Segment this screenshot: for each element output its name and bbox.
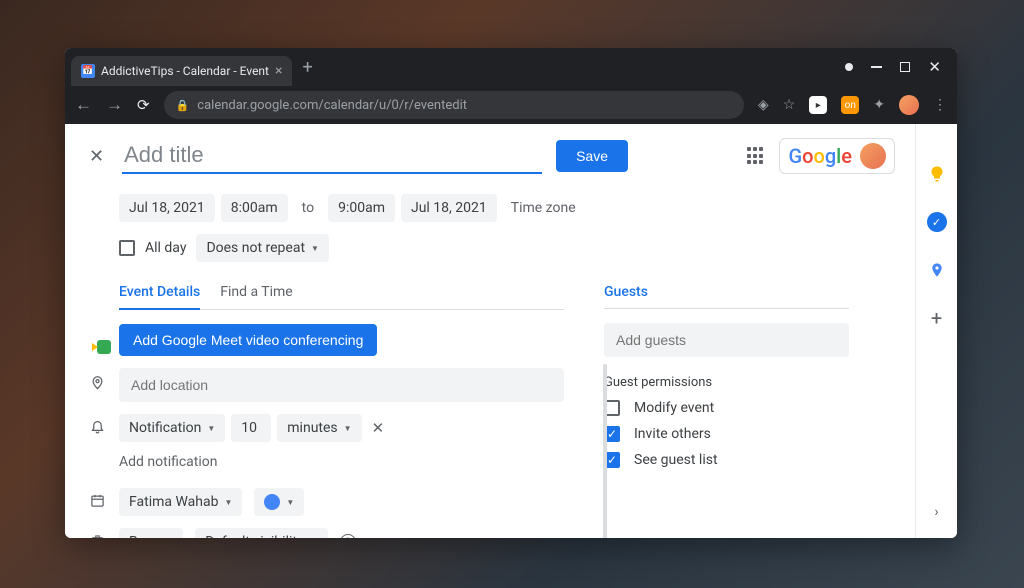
add-google-meet-button[interactable]: Add Google Meet video conferencing xyxy=(119,324,377,356)
notif-unit-dropdown[interactable]: minutes▼ xyxy=(277,414,361,442)
add-guests-input[interactable] xyxy=(604,323,849,357)
timezone-link[interactable]: Time zone xyxy=(503,194,584,222)
maximize-icon[interactable] xyxy=(900,62,910,72)
close-window-icon[interactable]: ✕ xyxy=(928,58,941,76)
extension1-icon[interactable]: ▸ xyxy=(809,96,827,114)
chevron-down-icon: ▼ xyxy=(311,244,319,253)
modify-event-label: Modify event xyxy=(634,400,714,416)
close-tab-icon[interactable]: × xyxy=(275,63,282,79)
collapse-panel-icon[interactable]: › xyxy=(927,502,947,522)
remove-notification-icon[interactable]: ✕ xyxy=(368,415,389,441)
event-title-input[interactable] xyxy=(122,138,542,174)
allday-checkbox[interactable] xyxy=(119,240,135,256)
back-icon[interactable]: ← xyxy=(75,95,92,115)
google-logo: Google xyxy=(788,144,852,168)
end-date-chip[interactable]: Jul 18, 2021 xyxy=(401,194,497,222)
busy-dropdown[interactable]: Busy▼ xyxy=(119,528,183,538)
color-dropdown[interactable]: ▼ xyxy=(254,488,304,516)
page-content: ✕ Save Google Jul 18, 2021 8:00am to 9:0… xyxy=(65,124,957,538)
account-avatar-icon xyxy=(860,143,886,169)
add-notification-link[interactable]: Add notification xyxy=(119,454,218,470)
tab-title: AddictiveTips - Calendar - Event xyxy=(101,64,269,78)
calendar-owner-dropdown[interactable]: Fatima Wahab▼ xyxy=(119,488,242,516)
permissions-header: Guest permissions xyxy=(604,375,849,390)
notif-type-dropdown[interactable]: Notification▼ xyxy=(119,414,225,442)
start-date-chip[interactable]: Jul 18, 2021 xyxy=(119,194,215,222)
reload-icon[interactable]: ⟳ xyxy=(137,96,150,114)
guests-tab[interactable]: Guests xyxy=(604,284,849,309)
menu-icon[interactable]: ⋮ xyxy=(933,97,947,113)
browser-window: 📅 AddictiveTips - Calendar - Event × + ✕… xyxy=(65,48,957,538)
to-label: to xyxy=(294,194,322,222)
event-editor: ✕ Save Google Jul 18, 2021 8:00am to 9:0… xyxy=(65,124,915,538)
extensions-icon[interactable]: ✦ xyxy=(873,97,885,113)
tab-find-a-time[interactable]: Find a Time xyxy=(220,284,293,309)
calendar-icon xyxy=(87,493,107,512)
profile-avatar-icon[interactable] xyxy=(899,95,919,115)
apps-grid-icon[interactable] xyxy=(747,147,765,165)
briefcase-icon xyxy=(87,533,107,538)
end-time-chip[interactable]: 9:00am xyxy=(328,194,395,222)
start-time-chip[interactable]: 8:00am xyxy=(221,194,288,222)
window-controls: ✕ xyxy=(845,58,951,76)
url-field[interactable]: 🔒 calendar.google.com/calendar/u/0/r/eve… xyxy=(164,91,744,119)
account-dot-icon[interactable] xyxy=(845,63,853,71)
allday-label: All day xyxy=(145,240,186,256)
bell-icon xyxy=(87,418,107,438)
close-editor-icon[interactable]: ✕ xyxy=(85,142,108,171)
extension2-icon[interactable]: on xyxy=(841,96,859,114)
scrollbar-track[interactable] xyxy=(603,364,607,538)
invite-others-label: Invite others xyxy=(634,426,711,442)
minimize-icon[interactable] xyxy=(871,66,882,68)
tab-event-details[interactable]: Event Details xyxy=(119,284,200,310)
tasks-icon[interactable]: ✓ xyxy=(927,212,947,232)
titlebar: 📅 AddictiveTips - Calendar - Event × + ✕ xyxy=(65,48,957,86)
bookmark-icon[interactable]: ☆ xyxy=(783,97,796,113)
repeat-dropdown[interactable]: Does not repeat ▼ xyxy=(196,234,329,262)
lock-icon: 🔒 xyxy=(176,99,190,112)
location-pin-icon xyxy=(87,374,107,396)
keep-icon[interactable] xyxy=(927,164,947,184)
save-button[interactable]: Save xyxy=(556,140,628,172)
add-panel-icon[interactable]: + xyxy=(927,308,947,328)
share-icon[interactable]: ◈ xyxy=(758,97,769,113)
calendar-favicon-icon: 📅 xyxy=(81,64,95,78)
location-input[interactable] xyxy=(119,368,564,402)
new-tab-button[interactable]: + xyxy=(302,57,312,78)
address-bar: ← → ⟳ 🔒 calendar.google.com/calendar/u/0… xyxy=(65,86,957,124)
toolbar-icons: ◈ ☆ ▸ on ✦ ⋮ xyxy=(758,95,947,115)
visibility-dropdown[interactable]: Default visibility▼ xyxy=(195,528,327,538)
forward-icon[interactable]: → xyxy=(106,95,123,115)
url-text: calendar.google.com/calendar/u/0/r/event… xyxy=(197,98,467,113)
help-icon[interactable]: ? xyxy=(340,534,356,538)
notif-value-input[interactable]: 10 xyxy=(231,414,271,442)
color-dot-icon xyxy=(264,494,280,510)
repeat-value: Does not repeat xyxy=(206,240,305,256)
see-guest-list-label: See guest list xyxy=(634,452,718,468)
google-account-badge[interactable]: Google xyxy=(779,138,895,174)
browser-tab[interactable]: 📅 AddictiveTips - Calendar - Event × xyxy=(71,56,292,86)
side-panel: ✓ + › xyxy=(915,124,957,538)
maps-icon[interactable] xyxy=(927,260,947,280)
